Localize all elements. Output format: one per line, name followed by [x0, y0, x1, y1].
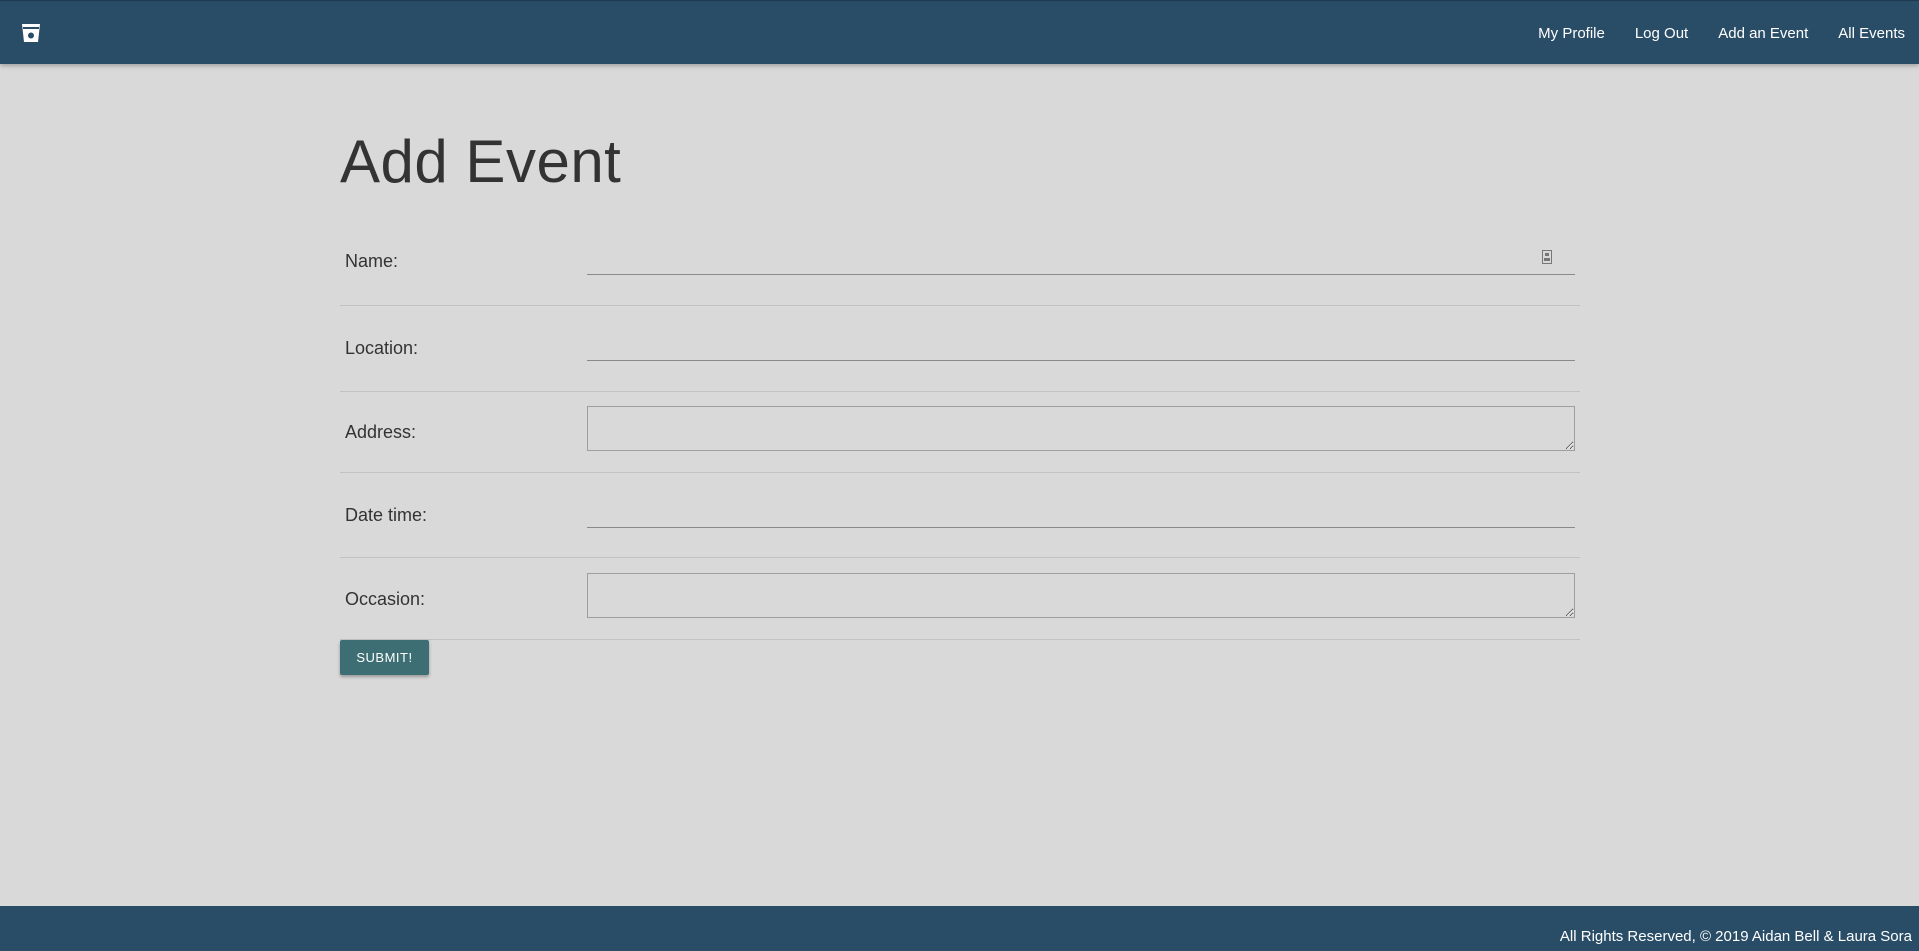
autofill-contact-icon[interactable]	[1542, 250, 1552, 264]
footer: All Rights Reserved, © 2019 Aidan Bell &…	[0, 906, 1919, 951]
form-row-location: Location:	[340, 306, 1580, 392]
nav-links: My Profile Log Out Add an Event All Even…	[1508, 1, 1905, 65]
name-input[interactable]	[587, 245, 1575, 275]
nav-link-all-events[interactable]: All Events	[1838, 25, 1905, 42]
form-row-name: Name:	[340, 236, 1580, 306]
nav-link-log-out[interactable]: Log Out	[1635, 25, 1688, 42]
address-label: Address:	[345, 422, 417, 442]
form-row-occasion: Occasion:	[340, 558, 1580, 640]
location-label: Location:	[345, 338, 419, 358]
form-row-address: Address:	[340, 392, 1580, 473]
navbar: My Profile Log Out Add an Event All Even…	[0, 0, 1919, 64]
submit-button[interactable]: SUBMIT!	[340, 640, 429, 675]
date-time-label: Date time:	[345, 505, 428, 525]
name-label: Name:	[345, 251, 399, 271]
footer-copyright: All Rights Reserved, © 2019 Aidan Bell &…	[1559, 928, 1912, 945]
address-textarea[interactable]	[587, 406, 1575, 451]
form-row-date-time: Date time:	[340, 473, 1580, 558]
add-event-form: Name: Location: Address: Date time: Occa…	[340, 236, 1580, 640]
occasion-textarea[interactable]	[587, 573, 1575, 618]
nav-link-add-event[interactable]: Add an Event	[1718, 25, 1808, 42]
nav-link-my-profile[interactable]: My Profile	[1538, 25, 1605, 42]
location-input[interactable]	[587, 331, 1575, 361]
date-time-input[interactable]	[587, 498, 1575, 528]
drink-cup-icon[interactable]	[20, 22, 42, 44]
page-title: Add Event	[340, 128, 622, 195]
occasion-label: Occasion:	[345, 589, 426, 609]
